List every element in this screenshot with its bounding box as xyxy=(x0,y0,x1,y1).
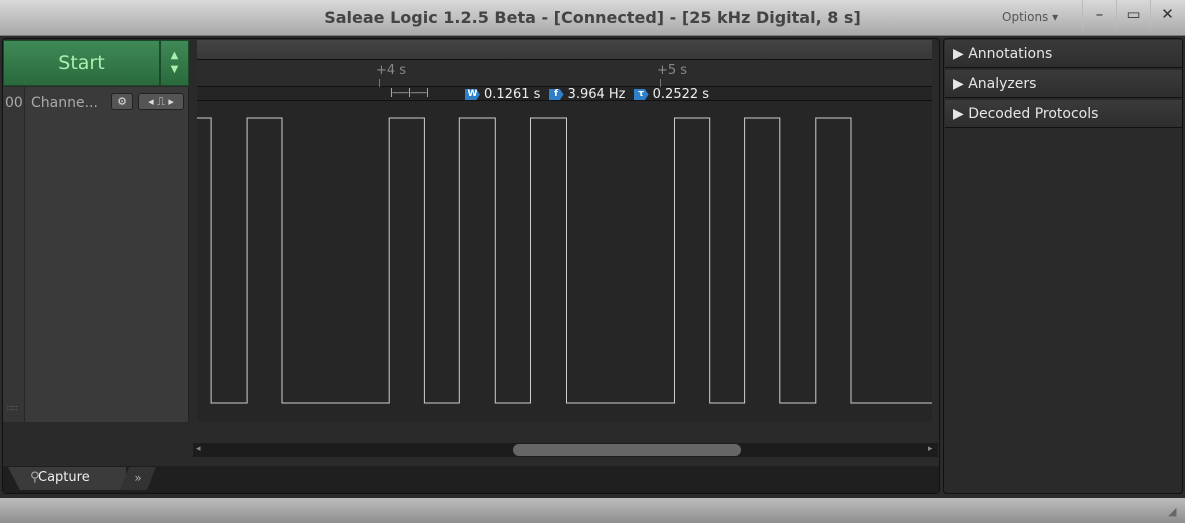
expand-triangle-icon: ▶ xyxy=(953,106,969,122)
waveform-area[interactable] xyxy=(197,101,932,422)
search-icon: ⚲ xyxy=(30,470,40,485)
channel-0-waveform xyxy=(197,117,932,404)
period-badge-icon: τ xyxy=(633,89,649,100)
start-options-button[interactable]: ▲ ▼ xyxy=(160,40,189,86)
scroll-left-icon[interactable]: ◂ xyxy=(196,444,201,454)
frequency: 3.964 Hz xyxy=(567,87,626,102)
time-ruler[interactable] xyxy=(197,60,932,87)
section-label: Analyzers xyxy=(968,76,1037,92)
chevron-left-icon: ◂ xyxy=(148,95,154,108)
channel-index-column xyxy=(3,87,25,422)
start-button[interactable]: Start xyxy=(3,40,160,86)
scroll-right-icon[interactable]: ▸ xyxy=(928,444,933,454)
expand-triangle-icon: ▶ xyxy=(953,76,969,92)
period: 0.2522 s xyxy=(652,87,710,102)
timeline-header xyxy=(197,40,932,60)
arrow-down-icon: ▼ xyxy=(170,64,179,75)
channel-name[interactable]: Channe... xyxy=(31,95,98,111)
section-analyzers[interactable]: ▶ Analyzers xyxy=(945,70,1182,98)
tab-label: Capture xyxy=(38,470,90,485)
scrollbar-thumb[interactable] xyxy=(513,444,741,456)
gear-icon[interactable]: ⚙ xyxy=(111,93,133,110)
tick-mark xyxy=(379,79,380,87)
section-annotations[interactable]: ▶ Annotations xyxy=(945,40,1182,68)
minimize-button[interactable]: – xyxy=(1082,0,1116,30)
frequency-badge-icon: f xyxy=(548,89,564,100)
section-label: Decoded Protocols xyxy=(968,106,1099,122)
close-button[interactable]: ✕ xyxy=(1150,0,1184,30)
pulse-icon: ⎍ xyxy=(157,95,165,108)
trigger-selector[interactable]: ◂ ⎍ ▸ xyxy=(138,93,184,110)
measurement-readout: W 0.1261 s f 3.964 Hz τ 0.2522 s xyxy=(465,87,713,102)
maximize-button[interactable]: ▭ xyxy=(1116,0,1150,30)
tab-capture[interactable]: ⚲ Capture xyxy=(8,467,126,490)
tick-label: +4 s xyxy=(376,63,407,78)
tick-mark xyxy=(660,79,661,87)
channel-panel xyxy=(3,87,189,422)
section-decoded-protocols[interactable]: ▶ Decoded Protocols xyxy=(945,100,1182,128)
channel-index: 00 xyxy=(5,95,23,111)
resize-grip-icon[interactable]: ◢ xyxy=(1168,505,1176,518)
arrow-up-icon: ▲ xyxy=(170,50,179,61)
width-marker: |——|——| xyxy=(390,88,429,98)
chevron-right-icon: ▸ xyxy=(168,95,174,108)
status-bar xyxy=(0,498,1185,523)
pulse-width: 0.1261 s xyxy=(484,87,541,102)
tick-label: +5 s xyxy=(657,63,688,78)
drag-handle-icon[interactable]: ∷∷ xyxy=(7,404,17,413)
width-badge-icon: W xyxy=(465,89,480,100)
section-label: Annotations xyxy=(968,46,1053,62)
options-menu[interactable]: Options ▾ xyxy=(1002,10,1058,24)
expand-triangle-icon: ▶ xyxy=(953,46,969,62)
